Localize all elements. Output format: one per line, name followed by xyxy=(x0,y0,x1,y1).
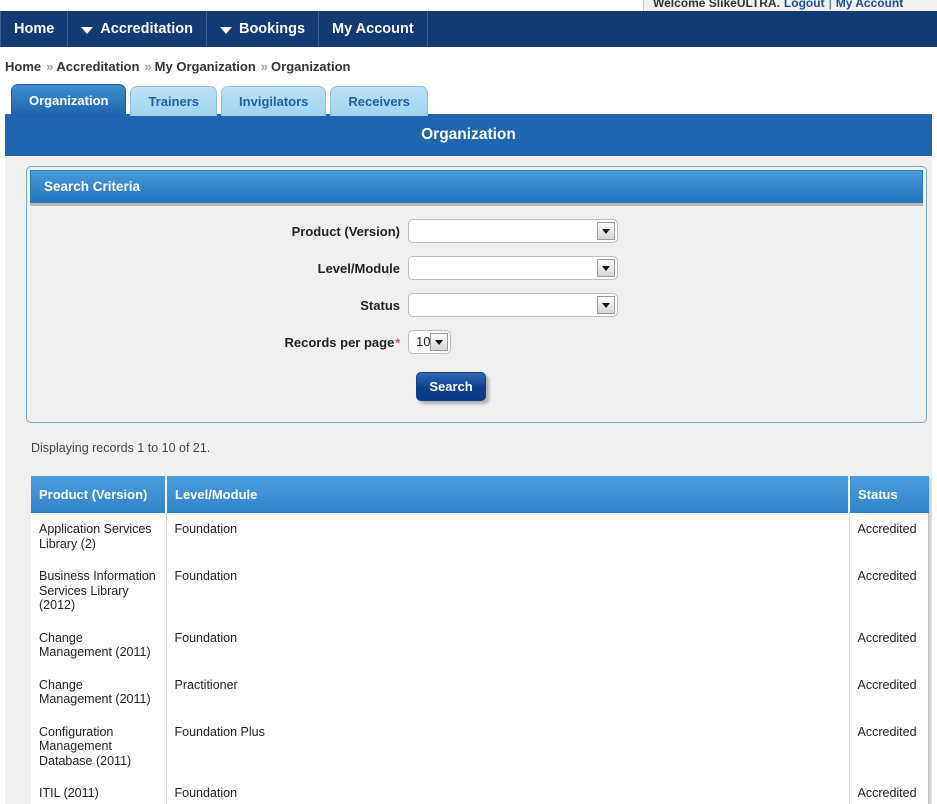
chevron-down-icon[interactable] xyxy=(597,296,615,314)
chevron-down-icon xyxy=(81,26,94,34)
nav-item-label: Home xyxy=(14,21,55,37)
records-per-page-select[interactable]: 10 xyxy=(408,330,451,354)
cell-level: Foundation xyxy=(166,621,850,669)
my-account-link[interactable]: My Account xyxy=(836,0,904,10)
chevron-down-icon[interactable] xyxy=(430,333,448,351)
product-version-label: Product (Version) xyxy=(291,223,400,239)
table-row[interactable]: Application Services Library (2) Foundat… xyxy=(31,513,929,560)
search-criteria-panel: Search Criteria Product (Version) Level/… xyxy=(26,166,927,423)
form-row-records-per-page: Records per page* 10 xyxy=(30,330,923,354)
form-row-product: Product (Version) xyxy=(30,219,923,243)
table-row[interactable]: Business Information Services Library (2… xyxy=(31,560,929,622)
level-module-select[interactable] xyxy=(408,256,618,280)
status-label: Status xyxy=(360,297,400,313)
form-row-status: Status xyxy=(30,293,923,317)
search-button-row: Search xyxy=(30,372,923,401)
cell-product: Change Management (2011) xyxy=(31,668,167,716)
table-row[interactable]: Change Management (2011) Practitioner Ac… xyxy=(31,668,929,716)
nav-item-label: Bookings xyxy=(238,21,306,37)
tab-invigilators[interactable]: Invigilators xyxy=(221,86,327,116)
breadcrumb-item-organization[interactable]: Organization xyxy=(271,59,350,74)
cell-level: Foundation xyxy=(166,777,850,804)
nav-item-label: Accreditation xyxy=(100,21,193,37)
content-area: Search Criteria Product (Version) Level/… xyxy=(5,156,932,804)
cell-status: Accredited xyxy=(857,677,917,692)
cell-level: Practitioner xyxy=(166,668,850,716)
cell-status: Accredited xyxy=(857,786,917,800)
search-button[interactable]: Search xyxy=(416,372,486,401)
level-module-label: Level/Module xyxy=(317,260,400,276)
breadcrumb-item-home[interactable]: Home xyxy=(5,59,41,74)
cell-product: Change Management (2011) xyxy=(31,621,167,669)
logout-link[interactable]: Logout xyxy=(784,0,825,10)
page-root: Welcome SlikeULTRA. Logout | My Account … xyxy=(0,0,937,804)
search-criteria-header: Search Criteria xyxy=(30,170,923,203)
nav-item-bookings[interactable]: Bookings xyxy=(207,11,320,47)
page-title-bar: Organization xyxy=(5,114,932,156)
cell-product: Configuration Management Database (2011) xyxy=(31,715,167,777)
cell-product: Business Information Services Library (2… xyxy=(31,560,167,622)
status-select[interactable] xyxy=(408,293,618,317)
table-row[interactable]: ITIL (2011) Foundation Accredited xyxy=(31,777,929,804)
breadcrumb-item-accreditation[interactable]: Accreditation xyxy=(56,59,139,74)
column-header-product-version[interactable]: Product (Version) xyxy=(31,476,167,513)
chevron-down-icon[interactable] xyxy=(597,222,615,240)
nav-item-my-account[interactable]: My Account xyxy=(319,11,428,47)
cell-level: Foundation xyxy=(166,560,850,622)
tab-receivers[interactable]: Receivers xyxy=(330,86,428,116)
nav-item-accreditation[interactable]: Accreditation xyxy=(68,11,207,47)
chevron-down-icon xyxy=(219,26,232,34)
table-row[interactable]: Configuration Management Database (2011)… xyxy=(31,715,929,777)
tab-label: Invigilators xyxy=(239,94,309,109)
cell-level: Foundation xyxy=(166,513,850,560)
breadcrumb: Home » Accreditation » My Organization »… xyxy=(5,59,350,74)
results-table-head: Product (Version) Level/Module Status xyxy=(31,476,929,513)
tab-label: Receivers xyxy=(348,94,410,109)
records-per-page-label-text: Records per page xyxy=(284,334,395,350)
records-per-page-label: Records per page* xyxy=(30,335,408,350)
search-criteria-title: Search Criteria xyxy=(44,179,141,194)
displaying-records-text: Displaying records 1 to 10 of 21. xyxy=(31,441,211,455)
cell-level: Foundation Plus xyxy=(166,715,850,777)
column-header-level-module[interactable]: Level/Module xyxy=(166,476,850,513)
results-table-container: Product (Version) Level/Module Status Ap… xyxy=(31,476,929,804)
nav-item-home[interactable]: Home xyxy=(0,11,69,47)
results-table-body: Application Services Library (2) Foundat… xyxy=(31,513,929,804)
cell-status: Accredited xyxy=(857,569,917,583)
records-per-page-value: 10 xyxy=(416,334,431,349)
table-row[interactable]: Change Management (2011) Foundation Accr… xyxy=(31,621,929,669)
breadcrumb-separator-icon: » xyxy=(260,59,268,74)
table-header-row: Product (Version) Level/Module Status xyxy=(31,476,929,513)
results-table: Product (Version) Level/Module Status Ap… xyxy=(31,476,929,804)
main-navigation-bar: Home Accreditation Bookings My Account xyxy=(0,11,937,47)
column-header-status[interactable]: Status xyxy=(849,476,929,513)
cell-product: ITIL (2011) xyxy=(31,777,167,804)
product-version-select[interactable] xyxy=(408,219,618,243)
cell-product: Application Services Library (2) xyxy=(31,513,167,560)
tab-trainers[interactable]: Trainers xyxy=(130,86,218,116)
tab-label: Organization xyxy=(29,93,109,108)
welcome-greeting: Welcome SlikeULTRA. xyxy=(653,0,780,10)
search-criteria-body: Product (Version) Level/Module Status Re… xyxy=(30,206,923,419)
nav-item-label: My Account xyxy=(332,21,414,37)
breadcrumb-item-my-organization[interactable]: My Organization xyxy=(155,59,256,74)
breadcrumb-separator-icon: » xyxy=(46,59,53,74)
cell-status: Accredited xyxy=(857,724,917,739)
tab-organization[interactable]: Organization xyxy=(11,84,127,116)
page-title: Organization xyxy=(421,126,516,143)
form-row-level-module: Level/Module xyxy=(30,256,923,280)
welcome-separator: | xyxy=(828,0,832,10)
chevron-down-icon[interactable] xyxy=(597,259,615,277)
breadcrumb-separator-icon: » xyxy=(144,59,151,74)
cell-status: Accredited xyxy=(857,630,917,645)
cell-status: Accredited xyxy=(857,522,917,536)
required-marker: * xyxy=(395,335,400,350)
tab-bar: Organization Trainers Invigilators Recei… xyxy=(11,84,428,116)
tab-label: Trainers xyxy=(148,94,200,109)
